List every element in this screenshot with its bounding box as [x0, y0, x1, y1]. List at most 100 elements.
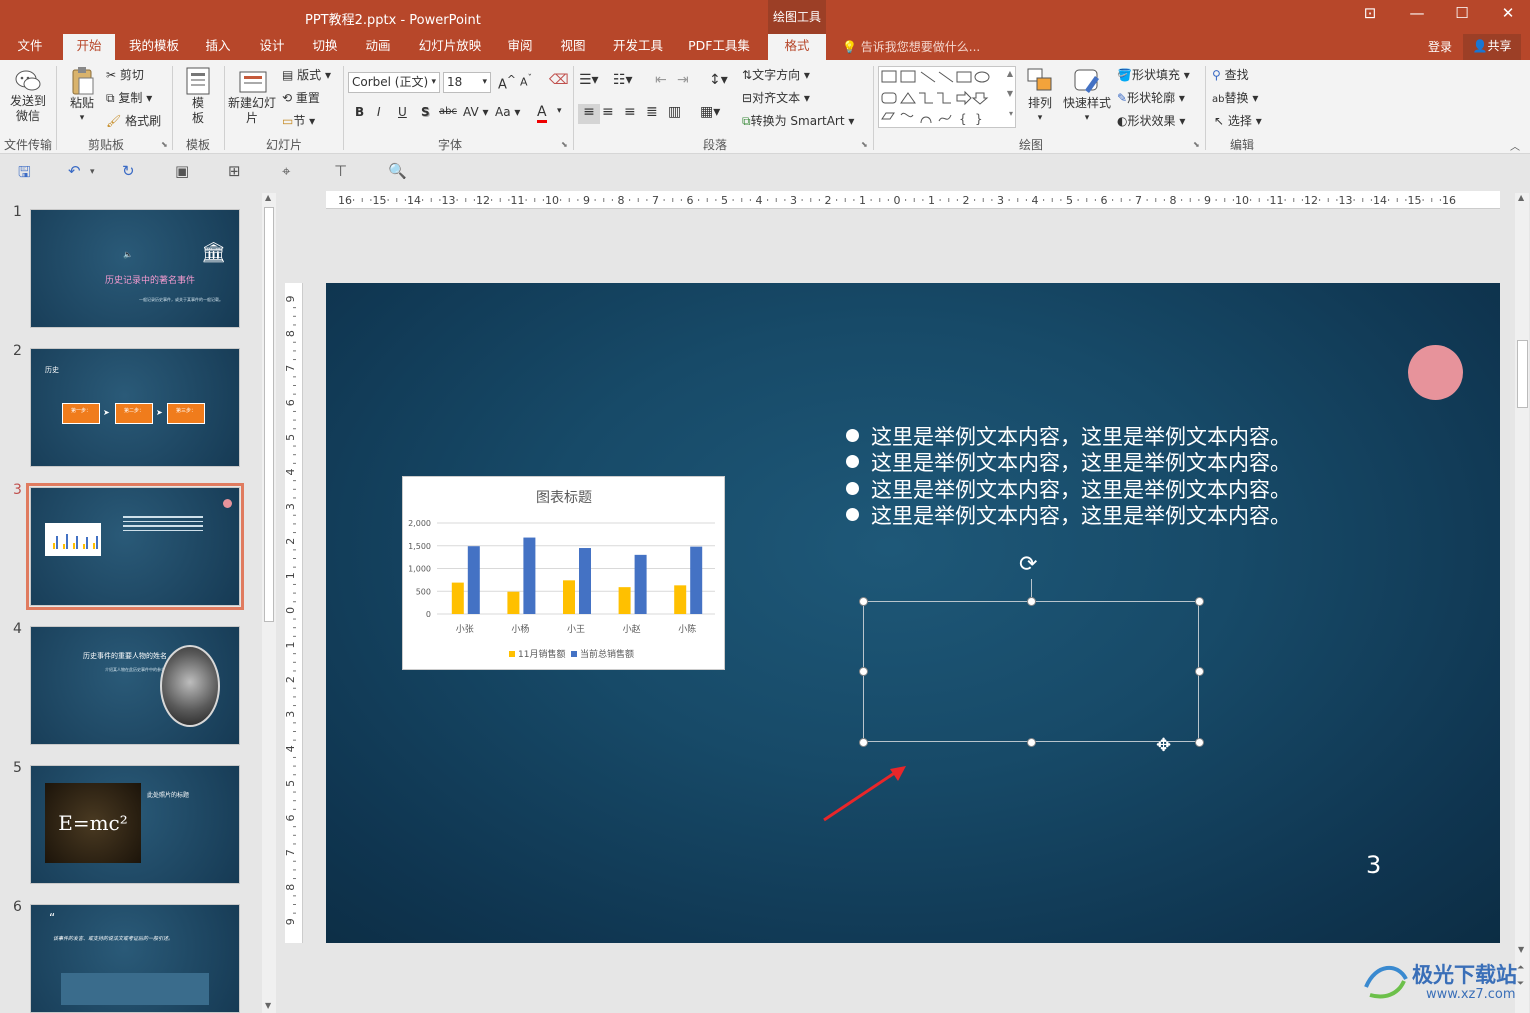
send-to-wechat-button[interactable]: 发送到微信 [6, 68, 50, 124]
align-text-button[interactable]: ⊟对齐文本 ▾ [742, 89, 810, 106]
resize-handle[interactable] [859, 667, 868, 676]
copy-button[interactable]: ⧉ 复制 ▾ [106, 89, 152, 106]
bullets-icon[interactable]: ☰▾ [579, 72, 599, 88]
share-button[interactable]: 👤共享 [1463, 34, 1521, 60]
resize-handle[interactable] [1195, 738, 1204, 747]
print-preview-icon[interactable]: 🔍 [388, 162, 407, 180]
find-button[interactable]: ⚲ 查找 [1212, 66, 1249, 83]
slideshow-icon[interactable]: ⊤ [334, 162, 347, 180]
resize-handle[interactable] [859, 597, 868, 606]
tab-view[interactable]: 视图 [553, 34, 593, 60]
font-name-combo[interactable]: Corbel (正文) ▾ [348, 72, 440, 93]
tab-slideshow[interactable]: 幻灯片放映 [414, 34, 486, 60]
shape-effects-button[interactable]: ◐形状效果 ▾ [1117, 112, 1185, 129]
selected-text-box[interactable] [863, 601, 1199, 742]
present-icon[interactable]: ⌖ [282, 162, 290, 180]
replace-button[interactable]: ab替换 ▾ [1212, 89, 1258, 106]
close-button[interactable]: ✕ [1493, 4, 1523, 22]
paste-button[interactable]: 粘贴 ▾ [63, 66, 101, 126]
resize-handle[interactable] [1195, 667, 1204, 676]
justify-icon[interactable]: ≣ [646, 104, 658, 120]
italic-button[interactable]: I [377, 105, 381, 119]
bullet-item[interactable]: 这里是举例文本内容，这里是举例文本内容。 [846, 500, 1326, 530]
section-button[interactable]: ▭节 ▾ [282, 112, 315, 129]
font-size-combo[interactable]: 18 ▾ [443, 72, 491, 93]
scroll-up-icon[interactable]: ▲ [265, 193, 271, 202]
decrease-indent-icon[interactable]: ⇤ [655, 72, 667, 88]
arrange-button[interactable]: 排列 ▾ [1021, 66, 1059, 126]
reset-button[interactable]: ⟲ 重置 [282, 89, 320, 106]
chart-object[interactable]: 图表标题 0 500 1,000 1,500 2,000 小张 小杨 小王 小赵 小陈 11月销售额 当… [402, 476, 725, 670]
decorative-circle[interactable] [1408, 345, 1463, 400]
slide-thumbnail-1[interactable]: 🔈 🏛 历史记录中的著名事件 一般记录历史事件，或关于某事件的一般记载。 [30, 209, 240, 328]
increase-font-button[interactable]: A^ [498, 73, 516, 92]
ribbon-display-icon[interactable]: ⊡ [1355, 4, 1385, 22]
redo-icon[interactable]: ↻ [122, 162, 135, 180]
cut-button[interactable]: ✂ 剪切 [106, 66, 144, 83]
bullet-item[interactable]: 这里是举例文本内容，这里是举例文本内容。 [846, 447, 1326, 477]
shadow-button[interactable]: S [421, 105, 430, 119]
dialog-launcher-icon[interactable]: ⬊ [861, 140, 868, 149]
quick-styles-button[interactable]: 快速样式 ▾ [1061, 66, 1113, 126]
chevron-down-icon[interactable]: ▾ [557, 106, 562, 116]
shape-fill-button[interactable]: 🪣形状填充 ▾ [1117, 66, 1190, 83]
slide-thumbnail-4[interactable]: 历史事件的重要人物的姓名 介绍某人物在此历史事件中的参与。 [30, 626, 240, 745]
clear-format-icon[interactable]: ⌫ [549, 72, 569, 88]
rotate-handle-icon[interactable]: ⟳ [1019, 552, 1037, 577]
scroll-down-icon[interactable]: ▼ [1518, 945, 1524, 954]
slide-thumbnail-5[interactable]: E=mc² 此处照片的标题 [30, 765, 240, 884]
change-case-button[interactable]: Aa ▾ [495, 105, 520, 119]
scroll-down-icon[interactable]: ▼ [1007, 89, 1013, 98]
scroll-thumb[interactable] [1517, 340, 1528, 408]
tab-my-templates[interactable]: 我的模板 [124, 34, 184, 60]
strikethrough-button[interactable]: abc [439, 106, 457, 117]
format-painter-button[interactable]: 🖌 格式刷 [106, 112, 161, 129]
slide-scrollbar[interactable]: ▲ ▼ ⏶ ⏷ [1515, 193, 1529, 1013]
decrease-font-button[interactable]: Aˇ [520, 73, 532, 89]
shapes-gallery[interactable]: {} ▲ ▼ ▾ [878, 66, 1016, 128]
tab-review[interactable]: 审阅 [500, 34, 540, 60]
resize-handle[interactable] [1027, 738, 1036, 747]
resize-handle[interactable] [1195, 597, 1204, 606]
font-color-button[interactable]: A [537, 104, 547, 123]
undo-icon[interactable]: ↶ [68, 162, 81, 180]
distributed-icon[interactable]: ▥ [668, 104, 681, 120]
line-spacing-icon[interactable]: ↕▾ [709, 72, 728, 88]
char-spacing-button[interactable]: AV ▾ [463, 105, 489, 119]
save-icon[interactable]: 🖫 [18, 162, 31, 187]
dialog-launcher-icon[interactable]: ⬊ [161, 140, 168, 149]
select-button[interactable]: ↖ 选择 ▾ [1214, 112, 1262, 129]
thumbnail-scrollbar[interactable]: ▲ ▼ [262, 193, 276, 1013]
tab-animations[interactable]: 动画 [358, 34, 398, 60]
undo-dropdown-icon[interactable]: ▾ [90, 167, 95, 177]
align-right-icon[interactable]: ≡ [624, 104, 636, 120]
increase-indent-icon[interactable]: ⇥ [677, 72, 689, 88]
align-center-icon[interactable]: ≡ [602, 104, 614, 120]
new-slide-button[interactable]: 新建幻灯片 [228, 66, 276, 126]
collapse-ribbon-icon[interactable]: ︿ [1510, 138, 1520, 153]
slide-thumbnail-6[interactable]: “ 该事件的发言、或支持的说法文或考证后的一般引述。 [30, 904, 240, 1013]
slide-thumbnail-2[interactable]: 历史 第一步： 第二步： 第三步： ➤ ➤ [30, 348, 240, 467]
shape-outline-button[interactable]: ✎形状轮廓 ▾ [1117, 89, 1185, 106]
tab-insert[interactable]: 插入 [198, 34, 238, 60]
dialog-launcher-icon[interactable]: ⬊ [561, 140, 568, 149]
dialog-launcher-icon[interactable]: ⬊ [1193, 140, 1200, 149]
template-button[interactable]: 模板 [180, 66, 216, 126]
scroll-thumb[interactable] [264, 207, 274, 622]
align-left-icon[interactable]: ≡ [578, 104, 600, 124]
slide-thumbnail-3[interactable] [26, 483, 244, 610]
columns-icon[interactable]: ▦▾ [700, 104, 720, 120]
maximize-button[interactable]: ☐ [1447, 4, 1477, 22]
resize-handle[interactable] [1027, 597, 1036, 606]
resize-handle[interactable] [859, 738, 868, 747]
layout-button[interactable]: ▤ 版式 ▾ [282, 66, 331, 83]
more-shapes-icon[interactable]: ▾ [1009, 109, 1013, 118]
tell-me-box[interactable]: 💡 告诉我您想要做什么... [842, 38, 980, 55]
slide-canvas[interactable]: 这里是举例文本内容，这里是举例文本内容。 这里是举例文本内容，这里是举例文本内容… [326, 283, 1500, 943]
login-link[interactable]: 登录 [1428, 38, 1452, 55]
tab-design[interactable]: 设计 [252, 34, 292, 60]
slide-sorter-icon[interactable]: ▣ [175, 162, 189, 180]
tab-file[interactable]: 文件 [10, 34, 50, 60]
minimize-button[interactable]: — [1402, 4, 1432, 22]
numbering-icon[interactable]: ☷▾ [613, 72, 633, 88]
